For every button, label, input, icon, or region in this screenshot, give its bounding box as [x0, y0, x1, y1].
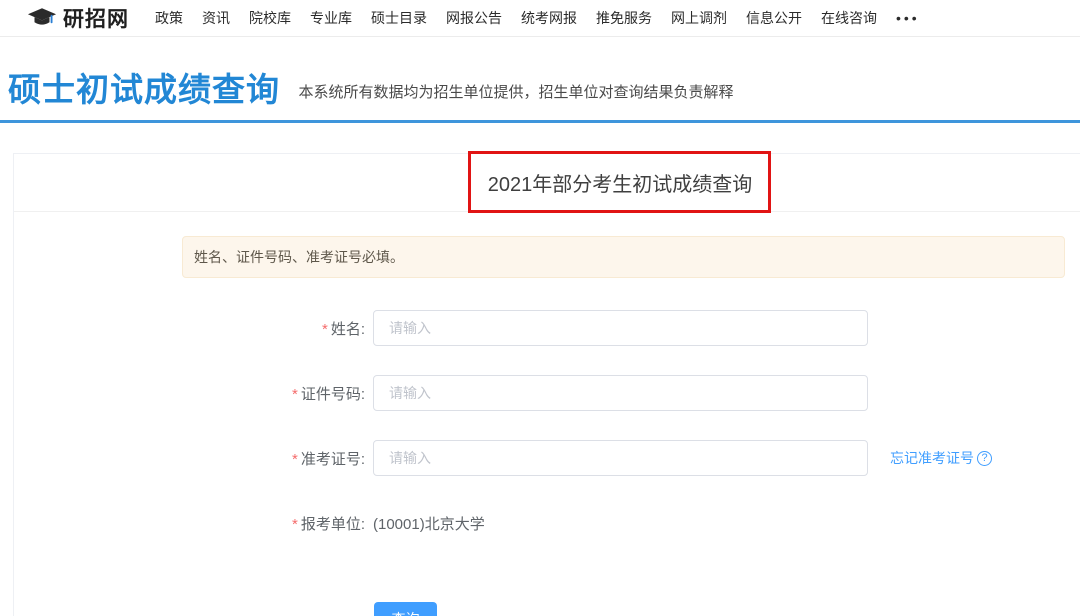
nav-menu: 政策 资讯 院校库 专业库 硕士目录 网报公告 统考网报 推免服务 网上调剂 信…: [155, 8, 920, 28]
ticket-number-label: *准考证号:: [14, 448, 365, 469]
name-input[interactable]: [373, 310, 868, 346]
page-title: 硕士初试成绩查询: [8, 71, 280, 108]
target-university-label: *报考单位:: [14, 513, 365, 534]
name-label: *姓名:: [14, 318, 365, 339]
logo-text: 研招网: [63, 3, 129, 33]
blue-divider: [0, 120, 1080, 123]
nav-item-register[interactable]: 统考网报: [521, 8, 577, 28]
id-number-input[interactable]: [373, 375, 868, 411]
nav-item-catalog[interactable]: 硕士目录: [371, 8, 427, 28]
required-asterisk: *: [292, 516, 298, 533]
form-row-ticket-number: *准考证号: 忘记准考证号 ?: [14, 440, 1080, 476]
help-circle-icon: ?: [977, 451, 992, 466]
nav-item-majors[interactable]: 专业库: [310, 8, 352, 28]
nav-item-adjustment[interactable]: 网上调剂: [671, 8, 727, 28]
form-row-name: *姓名:: [14, 310, 1080, 346]
nav-item-announce[interactable]: 网报公告: [446, 8, 502, 28]
nav-item-exemption[interactable]: 推免服务: [596, 8, 652, 28]
page: 研招网 政策 资讯 院校库 专业库 硕士目录 网报公告 统考网报 推免服务 网上…: [0, 0, 1080, 616]
nav-item-colleges[interactable]: 院校库: [249, 8, 291, 28]
required-asterisk: *: [322, 321, 328, 338]
page-subtitle: 本系统所有数据均为招生单位提供，招生单位对查询结果负责解释: [298, 84, 733, 101]
page-header: 硕士初试成绩查询 本系统所有数据均为招生单位提供，招生单位对查询结果负责解释: [0, 37, 1080, 120]
alert-text: 姓名、证件号码、准考证号必填。: [194, 247, 404, 267]
panel-title: 2021年部分考生初试成绩查询: [488, 168, 753, 197]
nav-more-button[interactable]: •••: [896, 10, 920, 26]
nav-item-disclosure[interactable]: 信息公开: [746, 8, 802, 28]
query-submit-button[interactable]: 查询: [374, 602, 437, 616]
required-asterisk: *: [292, 386, 298, 403]
top-nav: 研招网 政策 资讯 院校库 专业库 硕士目录 网报公告 统考网报 推免服务 网上…: [0, 0, 1080, 37]
form-row-target-university: *报考单位: (10001)北京大学: [14, 505, 1080, 541]
ticket-number-input[interactable]: [373, 440, 868, 476]
required-fields-alert: 姓名、证件号码、准考证号必填。: [182, 236, 1065, 278]
id-number-label: *证件号码:: [14, 383, 365, 404]
score-query-form: *姓名: *证件号码: *准考证号: 忘记准考证号 ? *报考单位: (1000…: [14, 310, 1080, 616]
forgot-ticket-link[interactable]: 忘记准考证号 ?: [890, 448, 992, 468]
query-panel: 2021年部分考生初试成绩查询 姓名、证件号码、准考证号必填。 *姓名: *证件…: [13, 153, 1080, 616]
nav-item-news[interactable]: 资讯: [202, 8, 230, 28]
graduation-cap-icon: [27, 7, 57, 30]
nav-item-policy[interactable]: 政策: [155, 8, 183, 28]
nav-item-consult[interactable]: 在线咨询: [821, 8, 877, 28]
target-university-value: (10001)北京大学: [373, 513, 485, 534]
form-row-id-number: *证件号码:: [14, 375, 1080, 411]
panel-title-bar: 2021年部分考生初试成绩查询: [14, 154, 1080, 212]
site-logo[interactable]: 研招网: [27, 3, 129, 33]
required-asterisk: *: [292, 451, 298, 468]
